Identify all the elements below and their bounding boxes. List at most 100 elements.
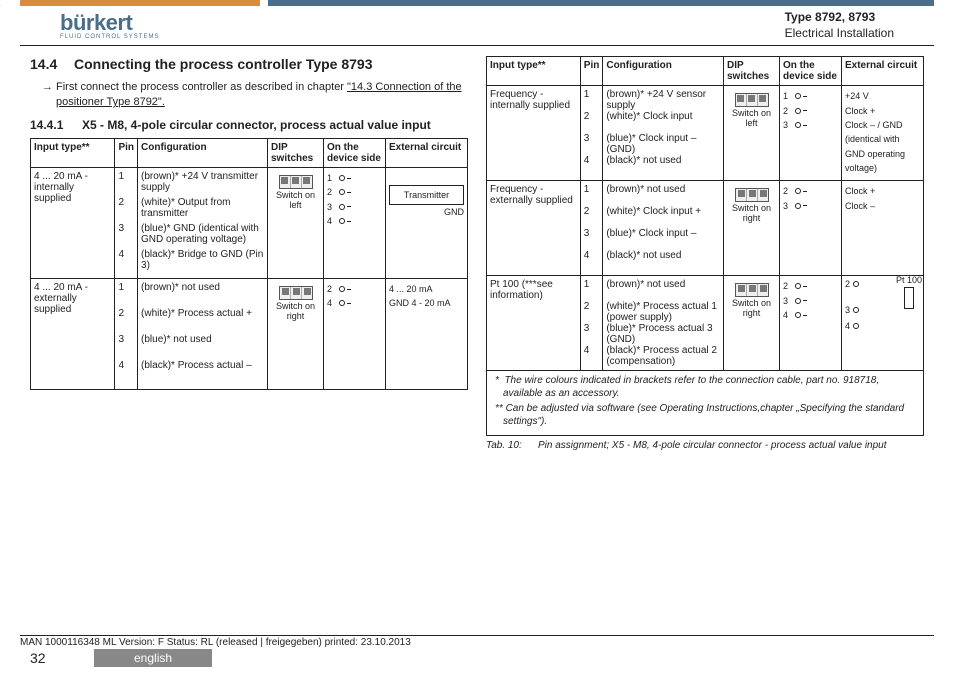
top-color-bar: [0, 0, 954, 6]
th-config: Configuration: [138, 138, 268, 167]
page-header: bürkert FLUID CONTROL SYSTEMS Type 8792,…: [20, 6, 934, 46]
header-section: Electrical Installation: [785, 26, 894, 42]
cell-dip: Switch on left: [268, 167, 324, 278]
switch-icon: [735, 93, 769, 107]
cell-dip: ☼ Switch on right: [268, 278, 324, 389]
footnote-2-text: Can be adjusted via software (see Operat…: [503, 403, 904, 427]
subheading-number: 14.4.1: [30, 118, 76, 132]
cell-config: (brown)* +24 V sensor supply(white)* Clo…: [603, 86, 724, 181]
table-right: Input type** Pin Configuration DIP switc…: [486, 56, 924, 371]
cell-input-type: Frequency - externally supplied: [487, 181, 581, 276]
page-bar: 32 english: [30, 649, 924, 667]
content-columns: 14.4 Connecting the process controller T…: [0, 46, 954, 453]
th-config: Configuration: [603, 57, 724, 86]
device-pins: 2 3: [783, 184, 838, 213]
cell-dip: ☼ Switch on right: [724, 181, 780, 276]
cell-external: TransmitterGND: [386, 167, 468, 278]
section-heading: 14.4 Connecting the process controller T…: [30, 56, 468, 72]
switch-icon: ☼: [279, 286, 313, 300]
th-ext: External circuit: [842, 57, 924, 86]
cell-config: (brown)* not used(white)* Process actual…: [603, 276, 724, 371]
left-column: 14.4 Connecting the process controller T…: [30, 56, 468, 451]
page-footer: MAN 1000116348 ML Version: F Status: RL …: [0, 635, 954, 667]
heading-text: Connecting the process controller Type 8…: [74, 56, 372, 72]
th-device: On the device side: [780, 57, 842, 86]
cell-device: 2 3 4: [780, 276, 842, 371]
switch-label: Switch on right: [727, 204, 776, 224]
manual-info-line: MAN 1000116348 ML Version: F Status: RL …: [20, 635, 934, 648]
caption-label: Tab. 10:: [486, 440, 532, 451]
switch-label: Switch on right: [271, 302, 320, 322]
th-input-type: Input type**: [31, 138, 115, 167]
header-right: Type 8792, 8793 Electrical Installation: [785, 10, 894, 41]
intro-paragraph: →First connect the process controller as…: [56, 80, 468, 110]
footnote-1-text: The wire colours indicated in brackets r…: [503, 375, 879, 399]
cell-device: 1 2 3: [780, 86, 842, 181]
table-caption: Tab. 10: Pin assignment; X5 - M8, 4-pole…: [486, 440, 924, 451]
cell-external: Clock +Clock –: [842, 181, 924, 276]
cell-input-type: 4 ... 20 mA - internally supplied: [31, 167, 115, 278]
table-row: Frequency - externally supplied1234(brow…: [487, 181, 924, 276]
table-row: 4 ... 20 mA - externally supplied1234(br…: [31, 278, 468, 389]
th-pin: Pin: [580, 57, 603, 86]
table-header-row: Input type** Pin Configuration DIP switc…: [31, 138, 468, 167]
cell-device: 2 3: [780, 181, 842, 276]
cell-external: 2 3 4 Pt 100: [842, 276, 924, 371]
cell-pins: 1234: [580, 276, 603, 371]
header-type: Type 8792, 8793: [785, 10, 894, 26]
cell-device: 1 2 3 4: [324, 167, 386, 278]
dip-switch: Switch on left: [271, 171, 320, 211]
th-input-type: Input type**: [487, 57, 581, 86]
cell-pins: 1234: [580, 86, 603, 181]
footnotes: * The wire colours indicated in brackets…: [486, 370, 924, 436]
cell-pins: 1234: [115, 167, 138, 278]
arrow-icon: →: [42, 80, 56, 95]
logo-subtext: FLUID CONTROL SYSTEMS: [60, 34, 159, 40]
th-ext: External circuit: [386, 138, 468, 167]
dip-switch: ☼ Switch on right: [727, 279, 776, 319]
right-column: Input type** Pin Configuration DIP switc…: [486, 56, 924, 451]
cell-pins: 1234: [115, 278, 138, 389]
cell-pins: 1234: [580, 181, 603, 276]
logo-text: bürkert: [60, 12, 132, 34]
cell-input-type: Frequency -internally supplied: [487, 86, 581, 181]
page-number: 32: [30, 650, 90, 666]
table-left: Input type** Pin Configuration DIP switc…: [30, 138, 468, 390]
switch-icon: ☼: [735, 188, 769, 202]
switch-label: Switch on right: [727, 299, 776, 319]
heading-number: 14.4: [30, 56, 64, 72]
cell-device: 2 4: [324, 278, 386, 389]
blue-stripe: [268, 0, 934, 6]
cell-external: 4 ... 20 mAGND 4 - 20 mA: [386, 278, 468, 389]
table-row: Pt 100 (***see information)1234(brown)* …: [487, 276, 924, 371]
language-badge: english: [94, 649, 212, 667]
cell-config: (brown)* not used(white)* Clock input +(…: [603, 181, 724, 276]
dip-switch: Switch on left: [727, 89, 776, 129]
cell-input-type: 4 ... 20 mA - externally supplied: [31, 278, 115, 389]
logo: bürkert FLUID CONTROL SYSTEMS: [60, 12, 159, 40]
th-dip: DIP switches: [724, 57, 780, 86]
th-pin: Pin: [115, 138, 138, 167]
switch-icon: [279, 175, 313, 189]
cell-dip: Switch on left: [724, 86, 780, 181]
th-device: On the device side: [324, 138, 386, 167]
device-pins: 2 3 4: [783, 279, 838, 322]
switch-label: Switch on left: [727, 109, 776, 129]
intro-lead: First connect the process controller as …: [56, 81, 347, 93]
table-row: 4 ... 20 mA - internally supplied1234(br…: [31, 167, 468, 278]
device-pins: 1 2 3: [783, 89, 838, 132]
footnote-1: * The wire colours indicated in brackets…: [503, 375, 917, 400]
switch-label: Switch on left: [271, 191, 320, 211]
cell-dip: ☼ Switch on right: [724, 276, 780, 371]
subheading-text: X5 - M8, 4-pole circular connector, proc…: [82, 118, 431, 132]
table-row: Frequency -internally supplied1234(brown…: [487, 86, 924, 181]
subheading: 14.4.1 X5 - M8, 4-pole circular connecto…: [30, 118, 468, 132]
switch-icon: ☼: [735, 283, 769, 297]
cell-external: +24 VClock +Clock – / GND (identical wit…: [842, 86, 924, 181]
device-pins: 2 4: [327, 282, 382, 311]
cell-config: (brown)* not used(white)* Process actual…: [138, 278, 268, 389]
device-pins: 1 2 3 4: [327, 171, 382, 229]
table-header-row: Input type** Pin Configuration DIP switc…: [487, 57, 924, 86]
dip-switch: ☼ Switch on right: [271, 282, 320, 322]
caption-text: Pin assignment; X5 - M8, 4-pole circular…: [538, 440, 887, 451]
